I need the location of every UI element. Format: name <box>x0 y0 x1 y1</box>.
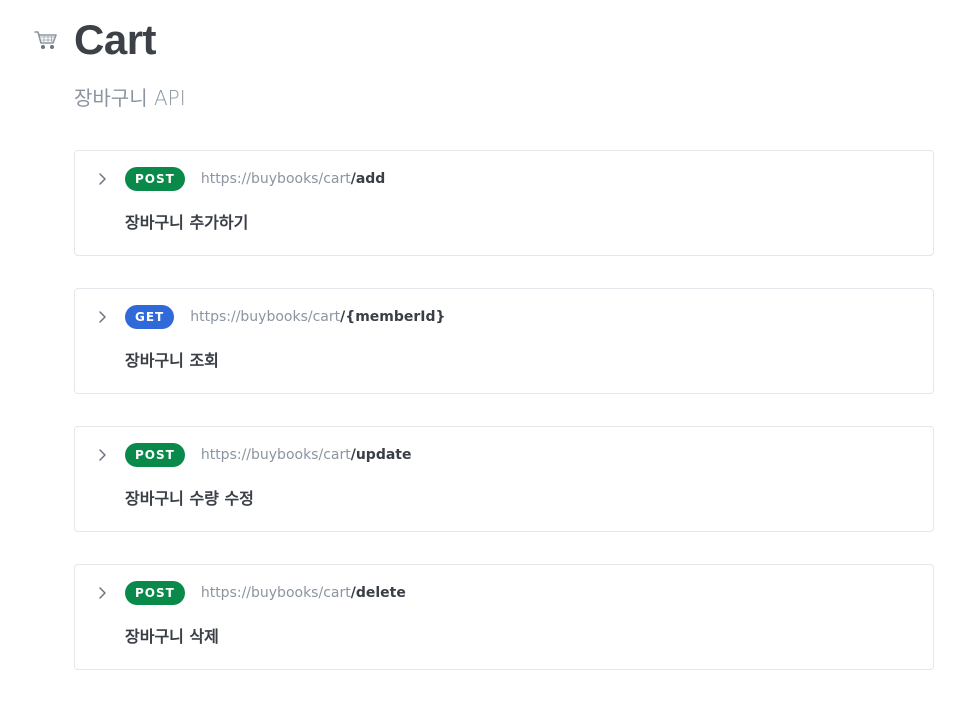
endpoint-list: POST https://buybooks/cart/add 장바구니 추가하기… <box>74 150 934 702</box>
method-badge: POST <box>125 443 185 467</box>
page-title: Cart <box>74 16 157 63</box>
chevron-right-icon[interactable] <box>95 447 109 463</box>
endpoint-description: 장바구니 삭제 <box>125 627 219 646</box>
chevron-right-icon[interactable] <box>95 171 109 187</box>
url-base: https://buybooks/cart <box>200 171 351 187</box>
endpoint-url[interactable]: https://buybooks/cart/update <box>201 447 412 463</box>
endpoint-header: POST https://buybooks/cart/update <box>125 443 411 467</box>
chevron-right-icon[interactable] <box>95 585 109 601</box>
method-badge: GET <box>125 305 175 329</box>
chevron-right-icon[interactable] <box>95 309 109 325</box>
url-path: /delete <box>350 585 406 601</box>
method-badge: POST <box>125 581 185 605</box>
url-base: https://buybooks/cart <box>190 309 341 325</box>
endpoint-card-get[interactable]: GET https://buybooks/cart/{memberId} 장바구… <box>74 288 934 394</box>
endpoint-url[interactable]: https://buybooks/cart/delete <box>201 585 406 601</box>
endpoint-description: 장바구니 조회 <box>125 351 219 370</box>
endpoint-card-add[interactable]: POST https://buybooks/cart/add 장바구니 추가하기 <box>74 150 934 256</box>
endpoint-card-update[interactable]: POST https://buybooks/cart/update 장바구니 수… <box>74 426 934 532</box>
endpoint-card-delete[interactable]: POST https://buybooks/cart/delete 장바구니 삭… <box>74 564 934 670</box>
endpoint-header: POST https://buybooks/cart/add <box>125 167 385 191</box>
endpoint-header: POST https://buybooks/cart/delete <box>125 581 406 605</box>
endpoint-url[interactable]: https://buybooks/cart/add <box>201 171 386 187</box>
endpoint-url[interactable]: https://buybooks/cart/{memberId} <box>190 309 445 325</box>
page-header: Cart <box>32 16 157 64</box>
shopping-cart-icon <box>32 26 60 54</box>
endpoint-header: GET https://buybooks/cart/{memberId} <box>125 305 446 329</box>
url-base: https://buybooks/cart <box>200 447 351 463</box>
url-path: /update <box>350 447 412 463</box>
page-subtitle: 장바구니 API <box>74 86 186 110</box>
url-path: /{memberId} <box>340 309 446 325</box>
endpoint-description: 장바구니 수량 수정 <box>125 489 254 508</box>
url-path: /add <box>350 171 386 187</box>
method-badge: POST <box>125 167 185 191</box>
endpoint-description: 장바구니 추가하기 <box>125 213 249 232</box>
url-base: https://buybooks/cart <box>200 585 351 601</box>
